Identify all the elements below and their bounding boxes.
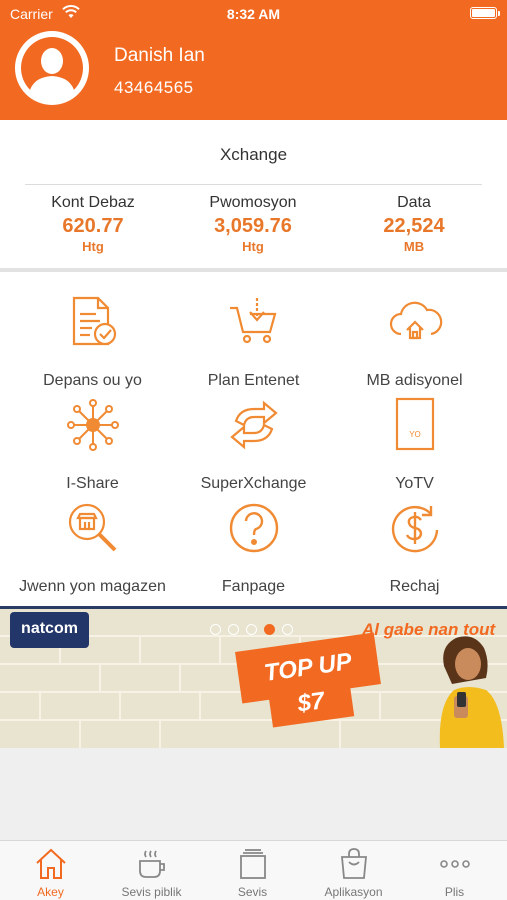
more-dots-icon	[440, 860, 470, 868]
service-label: Jwenn yon magazen	[19, 578, 166, 595]
status-time: 8:32 AM	[226, 6, 281, 22]
internet-cart-icon	[230, 298, 277, 344]
xchange-title[interactable]: Xchange	[0, 145, 507, 165]
tab-home[interactable]: Akey	[0, 841, 101, 900]
question-circle-icon	[229, 503, 279, 553]
recharge-dollar-icon	[391, 505, 439, 553]
tv-device-icon: YO	[395, 397, 435, 451]
battery-icon	[470, 7, 500, 19]
balance-data[interactable]: Data 22,524 MB	[334, 194, 494, 254]
balance-label: Pwomosyon	[209, 194, 297, 211]
service-label: Fanpage	[221, 578, 286, 595]
svg-text:YO: YO	[409, 430, 421, 439]
status-bar: Carrier 8:32 AM	[0, 0, 507, 28]
service-extra-mb[interactable]: MB adisyonel	[330, 284, 499, 389]
coffee-cup-icon	[139, 850, 165, 878]
user-name: Danish Ian	[114, 45, 205, 66]
tab-label: Aplikasyon	[324, 885, 383, 899]
balance-card: Xchange Kont Debaz 620.77 Htg Pwomosyon …	[0, 120, 507, 270]
user-phone-number: 43464565	[114, 78, 194, 97]
service-internet-plan[interactable]: Plan Entenet	[169, 284, 338, 389]
balance-value: 620.77	[62, 215, 124, 237]
balance-unit: Htg	[82, 239, 104, 254]
user-silhouette-icon	[17, 33, 87, 103]
profile-header: Carrier 8:32 AM Danish Ian 43464565	[0, 0, 507, 120]
expenses-document-icon	[72, 296, 117, 346]
balance-value: 22,524	[383, 215, 445, 237]
balance-label: Kont Debaz	[51, 194, 135, 211]
woman-with-phone-image	[439, 636, 504, 748]
carousel-dot[interactable]	[246, 624, 257, 635]
tab-label: Plis	[444, 885, 465, 899]
tab-label: Akey	[37, 885, 64, 899]
tab-public-services[interactable]: Sevis piblik	[101, 841, 202, 900]
exchange-arrows-icon	[230, 400, 278, 450]
balance-label: Data	[397, 194, 431, 211]
store-search-icon	[68, 503, 117, 552]
carousel-dot[interactable]	[282, 624, 293, 635]
service-i-share[interactable]: I-Share	[8, 387, 177, 492]
service-expenses[interactable]: Depans ou yo	[8, 284, 177, 389]
carousel-dot[interactable]	[210, 624, 221, 635]
balance-value: 3,059.76	[214, 215, 292, 237]
tab-label: Sevis	[237, 885, 268, 899]
service-find-store[interactable]: Jwenn yon magazen	[8, 490, 177, 595]
balance-promo[interactable]: Pwomosyon 3,059.76 Htg	[173, 194, 333, 254]
tab-label: Sevis piblik	[121, 885, 182, 899]
banner-top-border	[0, 606, 507, 609]
balance-unit: MB	[403, 239, 425, 254]
service-yotv[interactable]: YO YoTV	[330, 387, 499, 492]
services-grid: Depans ou yo Plan Entenet MB adisyonel I…	[0, 272, 507, 606]
service-fanpage[interactable]: Fanpage	[169, 490, 338, 595]
service-recharge[interactable]: Rechaj	[330, 490, 499, 595]
tab-apps[interactable]: Aplikasyon	[303, 841, 404, 900]
balance-unit: Htg	[242, 239, 264, 254]
carousel-dot-active[interactable]	[264, 624, 275, 635]
shopping-bag-icon	[341, 848, 367, 879]
balance-main[interactable]: Kont Debaz 620.77 Htg	[13, 194, 173, 254]
avatar[interactable]	[15, 31, 89, 105]
tab-services[interactable]: Sevis	[202, 841, 303, 900]
cloud-data-icon	[389, 301, 443, 340]
service-superxchange[interactable]: SuperXchange	[169, 387, 338, 492]
carousel-dots[interactable]	[210, 622, 300, 635]
divider	[25, 184, 482, 185]
natcom-logo: natcom	[10, 612, 89, 648]
share-network-icon	[67, 399, 119, 451]
bottom-tab-bar: Akey Sevis piblik Sevis Aplikasyon Plis	[0, 840, 507, 900]
service-label: Rechaj	[389, 578, 440, 595]
home-icon	[36, 848, 66, 879]
carousel-dot[interactable]	[228, 624, 239, 635]
promo-banner[interactable]: natcom Al gabe nan tout TOP UP $7	[0, 606, 507, 748]
services-stack-icon	[240, 849, 266, 879]
tab-more[interactable]: Plis	[404, 841, 505, 900]
